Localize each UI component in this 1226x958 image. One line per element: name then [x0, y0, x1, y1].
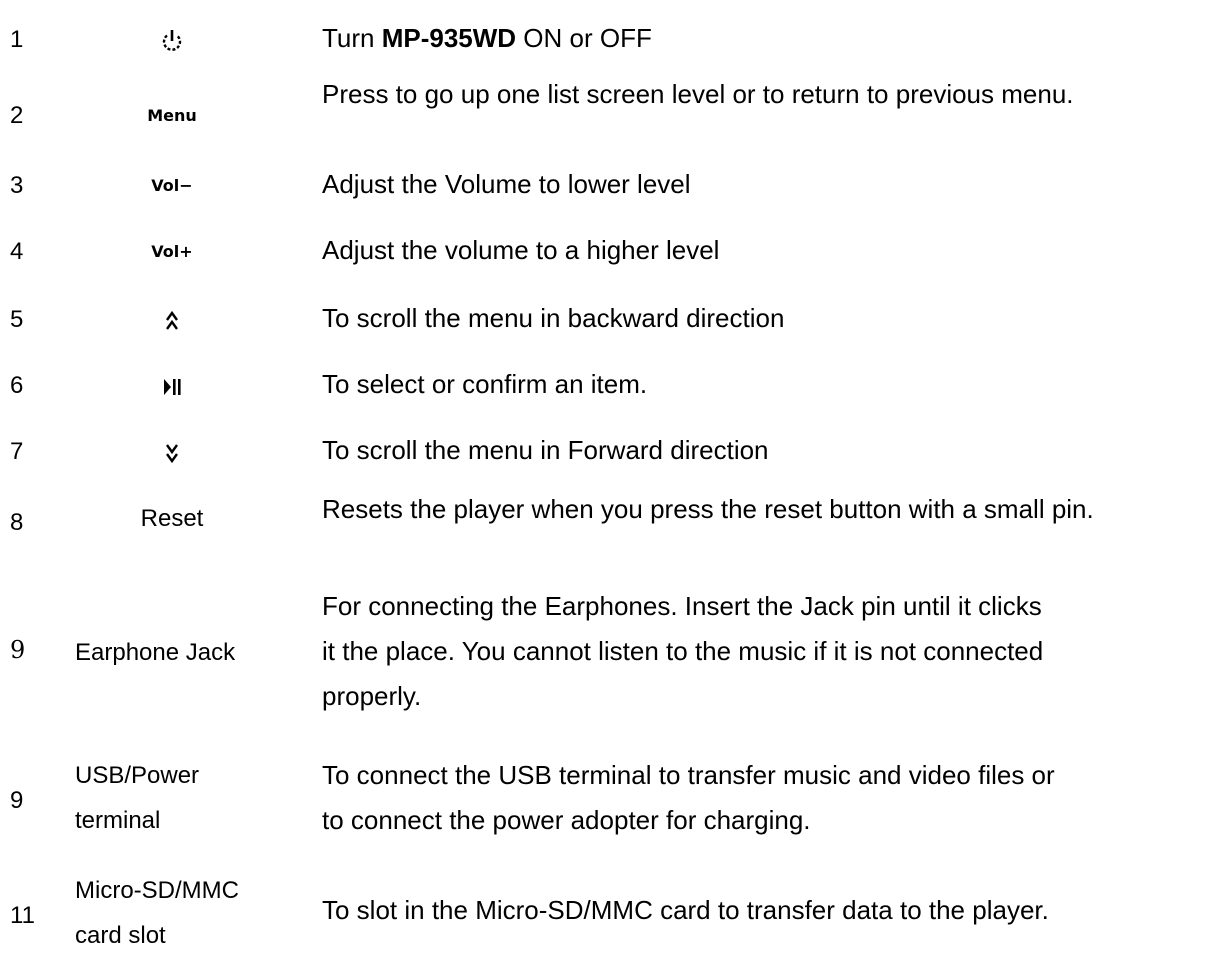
- row-number: 5: [10, 306, 24, 333]
- micro-sd-slot-label: Micro-SD/MMC card slot: [75, 877, 239, 949]
- row-number: 7: [10, 438, 24, 465]
- row-description: Resets the player when you press the res…: [322, 494, 1094, 524]
- volume-down-label: Vol−: [151, 176, 193, 195]
- row-description: To select or confirm an item.: [322, 369, 648, 399]
- row-number: 4: [10, 238, 24, 265]
- row-number: 11: [10, 902, 35, 929]
- menu-button-label: Menu: [147, 106, 197, 125]
- usb-power-terminal-label: USB/Power terminal: [75, 762, 200, 834]
- row-number: 8: [10, 509, 24, 536]
- reset-label: Reset: [140, 505, 204, 532]
- row-description: To scroll the menu in backward direction: [322, 303, 785, 333]
- double-chevron-up-icon: [72, 306, 272, 334]
- play-pause-icon: [72, 372, 272, 400]
- volume-up-label: Vol+: [151, 242, 193, 261]
- row-description: To slot in the Micro-SD/MMC card to tran…: [322, 895, 1049, 925]
- power-icon: [72, 26, 272, 54]
- row-number: 1: [10, 26, 24, 53]
- row-description: Adjust the volume to a higher level: [322, 235, 720, 265]
- double-chevron-down-icon: [72, 438, 272, 466]
- row-description: For connecting the Earphones. Insert the…: [322, 591, 1044, 711]
- row-description: To connect the USB terminal to transfer …: [322, 760, 1055, 835]
- row-description: To scroll the menu in Forward direction: [322, 435, 769, 465]
- row-number: 6: [10, 372, 24, 399]
- row-number: 3: [10, 172, 24, 199]
- earphone-jack-label: Earphone Jack: [75, 639, 236, 666]
- row-number: 9: [10, 787, 24, 814]
- row-description: Adjust the Volume to lower level: [322, 169, 691, 199]
- model-name: MP-935WD: [381, 23, 517, 53]
- row-description: Turn MP-935WD ON or OFF: [322, 23, 652, 53]
- row-number: 2: [10, 102, 24, 129]
- row-description: Press to go up one list screen level or …: [322, 79, 1074, 109]
- row-number: 9: [10, 636, 26, 664]
